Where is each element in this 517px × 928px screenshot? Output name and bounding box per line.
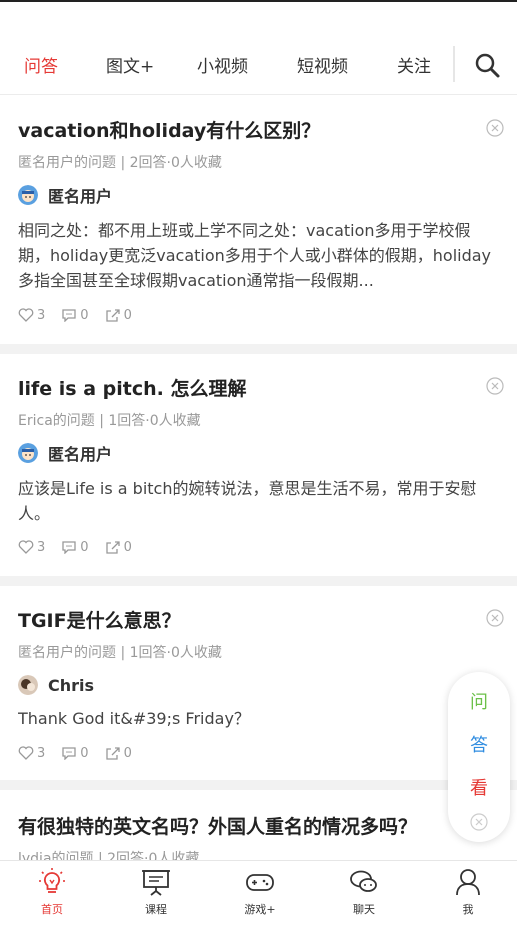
tab-qa[interactable]: 问答 <box>24 52 58 77</box>
answer-author[interactable]: 匿名用户 <box>18 184 112 206</box>
question-title[interactable]: 有很独特的英文名吗？外国人重名的情况多吗？ <box>18 812 417 839</box>
comment-count: 0 <box>80 539 89 555</box>
nav-label: 课程 <box>145 903 167 916</box>
heart-icon <box>18 308 34 322</box>
answer-preview[interactable]: 相同之处：都不用上班或上学不同之处：vacation多用于学校假期，holida… <box>18 218 502 293</box>
browse-button[interactable]: 看 <box>448 774 510 800</box>
like-stat[interactable]: 3 <box>18 308 45 323</box>
tab-follow[interactable]: 关注 <box>397 52 431 77</box>
share-icon <box>105 541 120 554</box>
like-stat[interactable]: 3 <box>18 540 45 555</box>
anonymous-avatar-icon <box>18 185 38 205</box>
nav-label: 聊天 <box>353 903 375 916</box>
share-icon <box>105 309 120 322</box>
answer-author[interactable]: 匿名用户 <box>18 442 112 464</box>
question-title[interactable]: life is a pitch. 怎么理解 <box>18 374 246 401</box>
close-circle-icon <box>486 377 504 395</box>
answer-stats: 3 0 0 <box>18 744 148 762</box>
anonymous-avatar-icon <box>18 443 38 463</box>
answer-stats: 3 0 0 <box>18 306 148 324</box>
heart-icon <box>18 746 34 760</box>
answer-stats: 3 0 0 <box>18 538 148 556</box>
close-circle-icon <box>486 119 504 137</box>
comment-stat[interactable]: 0 <box>61 539 89 555</box>
tab-mini-video[interactable]: 小视频 <box>197 52 248 77</box>
dismiss-button[interactable] <box>485 608 505 628</box>
avatar <box>18 675 38 695</box>
close-circle-icon <box>486 609 504 627</box>
question-title[interactable]: TGIF是什么意思？ <box>18 606 181 633</box>
like-stat[interactable]: 3 <box>18 746 45 761</box>
like-count: 3 <box>37 307 46 323</box>
author-name: 匿名用户 <box>48 187 113 206</box>
like-count: 3 <box>37 539 46 555</box>
question-card[interactable]: TGIF是什么意思？ 匿名用户的问题 | 1回答·0人收藏 Chris Than… <box>0 586 517 782</box>
nav-me[interactable]: 我 <box>433 867 503 917</box>
avatar <box>18 443 38 463</box>
user-icon <box>456 869 480 896</box>
nav-label: 我 <box>462 903 474 916</box>
comment-stat[interactable]: 0 <box>61 307 89 323</box>
close-circle-icon <box>470 813 488 831</box>
tab-short-video[interactable]: 短视频 <box>297 52 348 77</box>
comment-count: 0 <box>80 745 89 761</box>
avatar <box>18 185 38 205</box>
user-photo-avatar-icon <box>18 675 38 695</box>
bottom-navigation: 首页 课程 游戏+ 聊天 我 <box>0 860 517 928</box>
card-separator <box>0 780 517 790</box>
question-card[interactable]: 有很独特的英文名吗？外国人重名的情况多吗？ lydia的问题 | 2回答·0人收… <box>0 790 517 860</box>
share-count: 0 <box>123 539 132 555</box>
ask-button[interactable]: 问 <box>448 688 510 714</box>
like-count: 3 <box>37 745 46 761</box>
answer-preview[interactable]: Thank God it&#39;s Friday？ <box>18 706 502 731</box>
question-card[interactable]: life is a pitch. 怎么理解 Erica的问题 | 1回答·0人收… <box>0 354 517 576</box>
close-panel-button[interactable] <box>469 812 489 832</box>
presentation-icon <box>142 870 170 896</box>
author-name: 匿名用户 <box>48 445 113 464</box>
nav-courses[interactable]: 课程 <box>121 867 191 917</box>
lightbulb-icon <box>39 868 65 893</box>
answer-button[interactable]: 答 <box>448 731 510 757</box>
question-card[interactable]: vacation和holiday有什么区别？ 匿名用户的问题 | 2回答·0人收… <box>0 96 517 344</box>
category-tabs: 问答 图文+ 小视频 短视频 关注 <box>0 40 517 90</box>
question-meta: 匿名用户的问题 | 1回答·0人收藏 <box>18 645 222 661</box>
dismiss-button[interactable] <box>485 118 505 138</box>
author-name: Chris <box>48 675 95 695</box>
share-icon <box>105 747 120 760</box>
question-meta: Erica的问题 | 1回答·0人收藏 <box>18 413 201 429</box>
nav-home[interactable]: 首页 <box>17 867 87 917</box>
nav-games[interactable]: 游戏+ <box>225 867 295 917</box>
comment-stat[interactable]: 0 <box>61 745 89 761</box>
dismiss-button[interactable] <box>485 376 505 396</box>
floating-action-panel: 问 答 看 <box>448 672 510 842</box>
comment-icon <box>62 309 76 322</box>
comment-icon <box>62 747 76 760</box>
gamepad-icon <box>246 874 274 891</box>
comment-count: 0 <box>80 307 89 323</box>
answer-author[interactable]: Chris <box>18 674 94 696</box>
tab-graphic[interactable]: 图文+ <box>106 52 154 77</box>
nav-label: 首页 <box>41 903 63 916</box>
question-meta: lydia的问题 | 2回答·0人收藏 <box>18 851 200 860</box>
answer-preview[interactable]: 应该是Life is a bitch的婉转说法，意思是生活不易，常用于安慰人。 <box>18 476 502 526</box>
share-stat[interactable]: 0 <box>105 540 132 555</box>
share-count: 0 <box>123 745 132 761</box>
question-title[interactable]: vacation和holiday有什么区别？ <box>18 116 320 143</box>
card-separator <box>0 344 517 354</box>
share-stat[interactable]: 0 <box>105 308 132 323</box>
share-stat[interactable]: 0 <box>105 746 132 761</box>
nav-chat[interactable]: 聊天 <box>329 867 399 917</box>
search-button[interactable] <box>472 50 502 80</box>
question-meta: 匿名用户的问题 | 2回答·0人收藏 <box>18 155 222 171</box>
tab-divider <box>453 46 455 82</box>
chat-icon <box>350 870 377 892</box>
share-count: 0 <box>123 307 132 323</box>
comment-icon <box>62 541 76 554</box>
nav-label: 游戏+ <box>244 903 276 916</box>
tabs-border <box>0 94 517 95</box>
search-icon <box>475 53 500 78</box>
heart-icon <box>18 540 34 554</box>
status-bar-line <box>0 0 517 2</box>
card-separator <box>0 576 517 586</box>
